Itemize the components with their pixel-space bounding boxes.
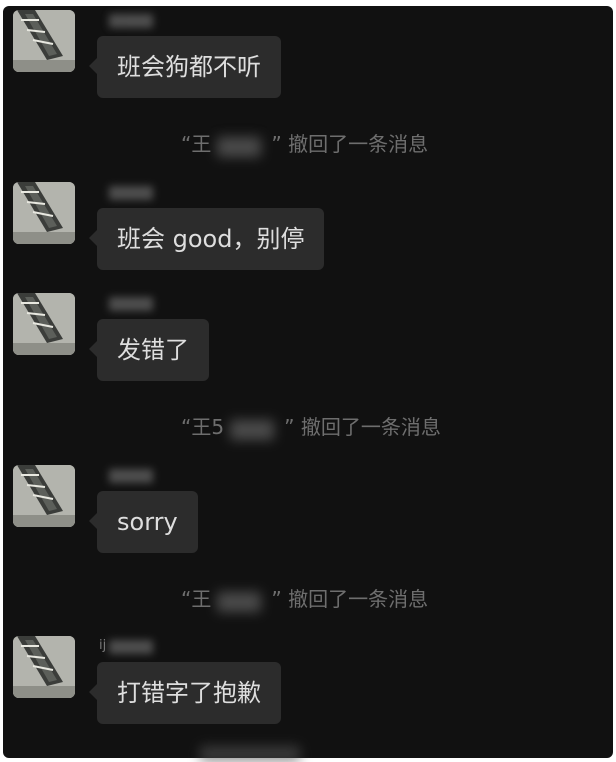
sender-name: ij: [99, 636, 159, 658]
recall-name-end: ”: [284, 415, 295, 439]
blurred-name: [109, 186, 153, 200]
blurred-name: [211, 135, 271, 157]
recall-name-start: “王: [181, 587, 212, 611]
sender-name: [99, 10, 159, 32]
blurred-name: [109, 640, 153, 654]
message-bubble[interactable]: 班会 good，别停: [88, 208, 325, 270]
avatar-image-icon: [13, 182, 75, 244]
avatar[interactable]: [13, 465, 75, 527]
sender-initial: ij: [99, 638, 107, 653]
message-bubble[interactable]: 发错了: [89, 319, 209, 381]
blurred-name: [109, 297, 153, 311]
recall-name-start: “王5: [181, 415, 225, 439]
blurred-name: [224, 418, 284, 440]
sender-name: [99, 465, 159, 487]
sender-name: [99, 182, 159, 204]
message-bubble[interactable]: 打错字了抱歉: [89, 662, 281, 724]
chat-screen: 班会狗都不听 “王 ” 撤回了一条消息 班会 good，别停 发错了 “王5 ” …: [3, 6, 613, 758]
avatar-image-icon: [13, 465, 75, 527]
recall-name-end: ”: [271, 132, 282, 156]
blurred-name: [211, 590, 271, 612]
recall-notice: “王 ” 撤回了一条消息: [3, 129, 613, 159]
avatar[interactable]: [13, 182, 75, 244]
blurred-recall-fragment: [200, 746, 300, 762]
avatar[interactable]: [13, 10, 75, 72]
avatar-image-icon: [13, 293, 75, 355]
avatar-image-icon: [13, 10, 75, 72]
recall-notice: “王 ” 撤回了一条消息: [3, 584, 613, 614]
recall-name-start: “王: [181, 132, 212, 156]
recall-name-end: ”: [271, 587, 282, 611]
avatar-image-icon: [13, 636, 75, 698]
sender-name: [99, 293, 159, 315]
avatar[interactable]: [13, 636, 75, 698]
recall-text: 撤回了一条消息: [281, 587, 429, 611]
message-bubble[interactable]: sorry: [89, 491, 198, 553]
recall-text: 撤回了一条消息: [281, 132, 429, 156]
recall-notice: “王5 ” 撤回了一条消息: [3, 412, 613, 442]
blurred-name: [109, 469, 153, 483]
blurred-name: [109, 14, 153, 28]
message-bubble[interactable]: 班会狗都不听: [89, 36, 281, 98]
avatar[interactable]: [13, 293, 75, 355]
recall-text: 撤回了一条消息: [294, 415, 441, 439]
